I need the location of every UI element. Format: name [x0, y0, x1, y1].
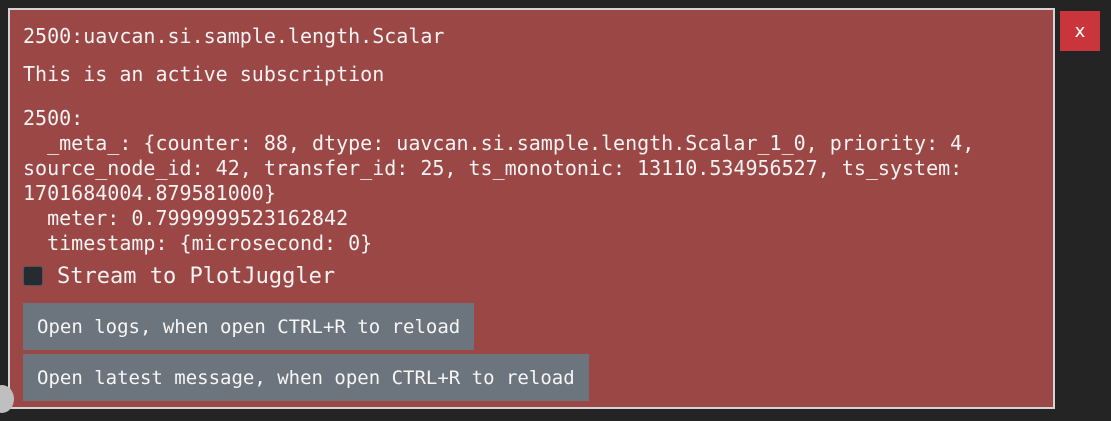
stream-checkbox[interactable] — [23, 266, 43, 286]
open-logs-button[interactable]: Open logs, when open CTRL+R to reload — [23, 303, 475, 350]
stream-label[interactable]: Stream to PlotJuggler — [57, 264, 335, 289]
open-latest-message-button[interactable]: Open latest message, when open CTRL+R to… — [23, 354, 589, 401]
close-button[interactable]: x — [1060, 11, 1100, 51]
subscription-title: 2500:uavcan.si.sample.length.Scalar — [23, 24, 445, 48]
subscription-panel: 2500:uavcan.si.sample.length.Scalar This… — [8, 8, 1055, 409]
stream-row[interactable]: Stream to PlotJuggler — [23, 261, 335, 291]
subscription-status: This is an active subscription — [23, 62, 385, 86]
message-content: 2500: _meta_: {counter: 88, dtype: uavca… — [23, 106, 975, 255]
